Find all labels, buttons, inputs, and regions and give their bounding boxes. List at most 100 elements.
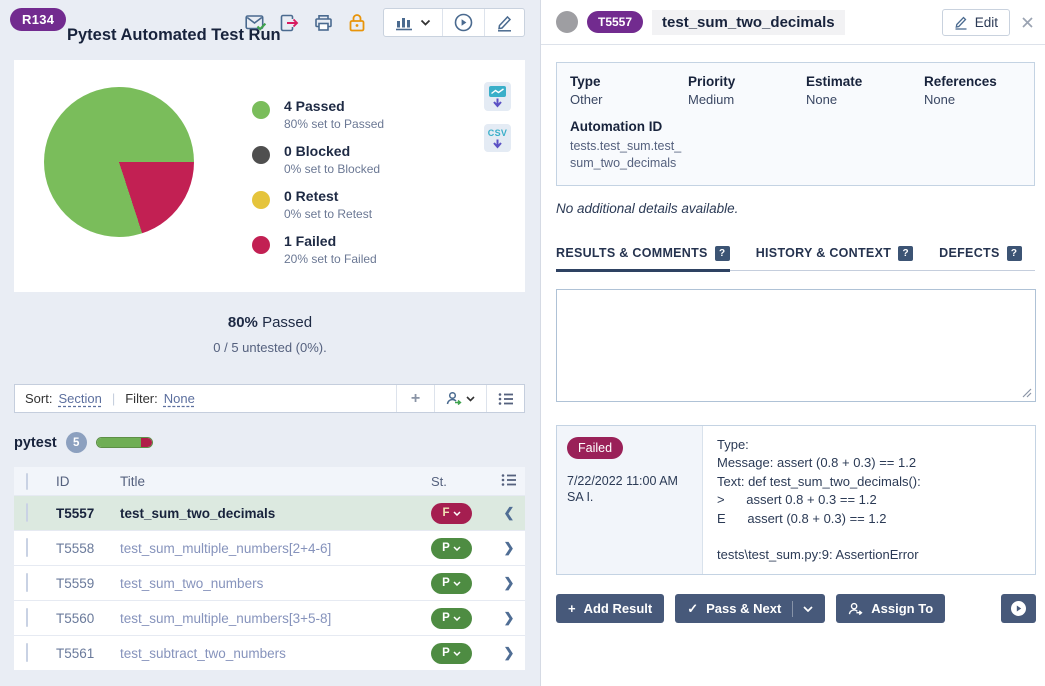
retest-dot-icon [252,191,270,209]
separator: | [108,391,119,406]
help-icon[interactable]: ? [1007,246,1022,261]
print-icon[interactable] [313,13,335,33]
play-circle-icon [454,13,473,32]
test-title-link[interactable]: test_sum_two_numbers [120,576,431,591]
chevron-down-icon [453,511,461,516]
result-line: Text: def test_sum_two_decimals(): [717,473,1021,491]
legend-label: 1 Failed [284,233,377,249]
run-panel: R134 Pytest Automated Test Run [0,0,540,686]
test-title-link[interactable]: test_sum_two_decimals [120,506,431,521]
case-title: test_sum_two_decimals [652,10,845,35]
references-label: References [924,74,1021,89]
detail-header: T5557 test_sum_two_decimals Edit [541,0,1045,45]
table-columns-button[interactable] [493,473,525,490]
download-arrow-icon [492,139,503,149]
chevron-down-icon [453,546,461,551]
legend-sub: 0% set to Retest [284,207,372,221]
pass-and-next-button[interactable]: ✓ Pass & Next [675,594,825,623]
download-image-button[interactable] [484,82,511,111]
row-checkbox[interactable] [26,573,28,592]
expand-row-icon[interactable]: ❯ [493,575,525,591]
add-section-button[interactable]: + [396,385,434,412]
columns-icon [498,392,514,406]
test-title-link[interactable]: test_sum_multiple_numbers[2+4-6] [120,541,431,556]
avatar [556,11,578,33]
type-value: Other [570,92,688,107]
sort-label: Sort: [25,391,52,406]
legend-label: 0 Blocked [284,143,380,159]
collapse-row-icon[interactable]: ❮ [493,505,525,521]
chart-view-button[interactable] [384,9,442,36]
assign-person-icon [848,602,863,616]
assign-person-icon [446,391,462,406]
status-dropdown[interactable]: P [431,573,472,594]
table-row[interactable]: T5560 test_sum_multiple_numbers[3+5-8] P… [14,600,525,635]
pencil-icon [954,15,968,30]
column-header-id: ID [56,474,120,489]
download-csv-button[interactable]: CSV [484,124,511,152]
estimate-label: Estimate [806,74,924,89]
plus-icon: + [568,601,576,616]
summary-percent: 80% [228,314,258,331]
tab-defects[interactable]: DEFECTS ? [939,246,1021,272]
chevron-down-icon [420,19,431,26]
plus-icon: + [411,390,420,408]
test-id: T5561 [56,646,120,661]
legend-sub: 0% set to Blocked [284,162,380,176]
result-author: SA I. [567,490,692,504]
test-title-link[interactable]: test_sum_multiple_numbers[3+5-8] [120,611,431,626]
chevron-down-icon [466,396,475,402]
table-row[interactable]: T5557 test_sum_two_decimals F ❮ [14,495,525,530]
filter-label: Filter: [125,391,158,406]
status-chart-card: 4 Passed 80% set to Passed 0 Blocked 0% … [14,60,525,292]
table-row[interactable]: T5558 test_sum_multiple_numbers[2+4-6] P… [14,530,525,565]
test-title-link[interactable]: test_subtract_two_numbers [120,646,431,661]
action-bar: + Add Result ✓ Pass & Next Assign To [556,594,1036,623]
play-circle-icon [1010,600,1027,617]
edit-button[interactable]: Edit [942,9,1010,36]
row-checkbox[interactable] [26,608,28,627]
table-row[interactable]: T5561 test_subtract_two_numbers P ❯ [14,635,525,670]
row-checkbox[interactable] [26,643,28,662]
export-icon[interactable] [279,13,301,33]
tab-results-comments[interactable]: RESULTS & COMMENTS ? [556,246,730,272]
email-notify-icon[interactable] [245,13,267,33]
expand-row-icon[interactable]: ❯ [493,645,525,661]
assign-dropdown-button[interactable] [434,385,486,412]
status-dropdown[interactable]: P [431,608,472,629]
expand-row-icon[interactable]: ❯ [493,610,525,626]
tab-history-context[interactable]: HISTORY & CONTEXT ? [756,246,913,272]
column-header-title: Title [120,474,431,489]
assign-to-button[interactable]: Assign To [836,594,945,623]
section-name: pytest [14,435,57,451]
status-dropdown[interactable]: F [431,503,472,524]
sort-value-link[interactable]: Section [58,391,101,406]
row-checkbox[interactable] [26,503,28,522]
expand-row-icon[interactable]: ❯ [493,540,525,556]
blocked-dot-icon [252,146,270,164]
pass-next-dropdown[interactable] [792,601,813,617]
comment-input[interactable] [556,289,1036,402]
table-row[interactable]: T5559 test_sum_two_numbers P ❯ [14,565,525,600]
add-result-button[interactable]: + Add Result [556,594,664,623]
select-all-checkbox[interactable] [26,473,28,490]
status-dropdown[interactable]: P [431,643,472,664]
result-line: tests\test_sum.py:9: AssertionError [717,546,1021,564]
run-test-button[interactable] [1001,594,1036,623]
type-label: Type [570,74,688,89]
status-dropdown[interactable]: P [431,538,472,559]
help-icon[interactable]: ? [898,246,913,261]
run-tests-button[interactable] [442,9,484,36]
run-id-badge: R134 [10,8,66,31]
detail-tabs: RESULTS & COMMENTS ? HISTORY & CONTEXT ?… [556,246,1035,271]
result-line: Message: assert (0.8 + 0.3) == 1.2 [717,454,1021,472]
row-checkbox[interactable] [26,538,28,557]
summary-word: Passed [262,314,312,331]
close-icon[interactable] [1022,17,1033,28]
sort-filter-bar: Sort: Section | Filter: None + [14,384,525,413]
filter-value-link[interactable]: None [164,391,195,406]
help-icon[interactable]: ? [715,246,730,261]
lock-icon[interactable] [347,13,367,33]
columns-button[interactable] [486,385,524,412]
edit-run-button[interactable] [484,9,524,36]
